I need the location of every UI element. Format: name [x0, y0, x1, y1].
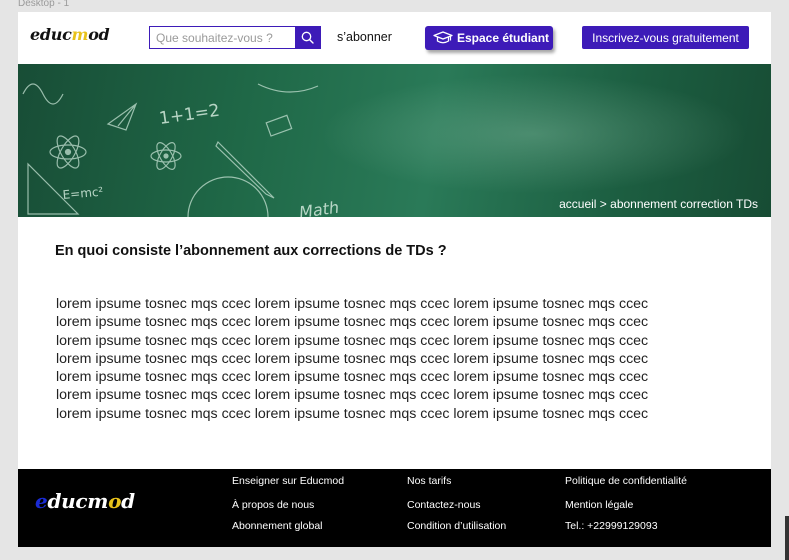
- logo-text-start: educ: [30, 25, 72, 44]
- paragraph-line: lorem ipsume tosnec mqs ccec lorem ipsum…: [56, 332, 649, 349]
- subscribe-link[interactable]: s’abonner: [337, 30, 392, 44]
- footer-link-about[interactable]: À propos de nous: [232, 499, 314, 511]
- footer-link-global-subscription[interactable]: Abonnement global: [232, 520, 323, 532]
- header: educmod s’abonner Espace étudiant Inscri…: [18, 12, 771, 64]
- breadcrumb[interactable]: accueil > abonnement correction TDs: [559, 197, 758, 211]
- logo-text-end: od: [88, 25, 110, 44]
- scrollbar-thumb[interactable]: [785, 516, 789, 560]
- search-bar: [149, 26, 321, 49]
- footer-link-pricing[interactable]: Nos tarifs: [407, 475, 451, 487]
- paragraph-line: lorem ipsume tosnec mqs ccec lorem ipsum…: [56, 350, 649, 367]
- page-title: En quoi consiste l’abonnement aux correc…: [55, 243, 447, 259]
- register-button[interactable]: Inscrivez-vous gratuitement: [582, 26, 749, 49]
- paragraph-line: lorem ipsume tosnec mqs ccec lorem ipsum…: [56, 405, 649, 422]
- footer: educmod Enseigner sur Educmod À propos d…: [18, 469, 771, 547]
- footer-logo-part: e: [35, 489, 48, 513]
- paragraph-line: lorem ipsume tosnec mqs ccec lorem ipsum…: [56, 296, 649, 312]
- doodle-equation-1: 1+1=2: [158, 101, 221, 129]
- footer-link-terms[interactable]: Condition d’utilisation: [407, 520, 506, 532]
- graduation-cap-icon: [433, 31, 453, 44]
- footer-link-contact[interactable]: Contactez-nous: [407, 499, 481, 511]
- description-paragraph: lorem ipsume tosnec mqs ccec lorem ipsum…: [56, 295, 736, 423]
- site-logo[interactable]: educmod: [30, 25, 110, 44]
- paragraph-line: lorem ipsume tosnec mqs ccec lorem ipsum…: [56, 369, 649, 386]
- search-icon: [301, 31, 314, 44]
- page: educmod s’abonner Espace étudiant Inscri…: [18, 12, 771, 547]
- student-space-button[interactable]: Espace étudiant: [425, 26, 553, 50]
- footer-logo[interactable]: educmod: [35, 489, 135, 513]
- search-button[interactable]: [295, 27, 320, 48]
- chalk-doodles-illustration: 1+1=2 E=mc² Math: [22, 83, 340, 217]
- paragraph-line: lorem ipsume tosnec mqs ccec lorem ipsum…: [56, 314, 649, 331]
- logo-text-highlight: m: [71, 25, 89, 44]
- footer-link-privacy[interactable]: Politique de confidentialité: [565, 475, 687, 487]
- search-input[interactable]: [150, 27, 295, 48]
- artboard-label: Desktop - 1: [18, 0, 70, 9]
- footer-link-legal[interactable]: Mention légale: [565, 499, 633, 511]
- doodle-equation-2: E=mc²: [62, 184, 104, 202]
- doodle-math: Math: [298, 198, 340, 217]
- footer-phone: Tel.: +22999129093: [565, 520, 658, 532]
- footer-logo-part: ducm: [47, 489, 109, 513]
- paragraph-line: lorem ipsume tosnec mqs ccec lorem ipsum…: [56, 387, 649, 404]
- footer-logo-part: d: [121, 489, 135, 513]
- hero-banner: 1+1=2 E=mc² Math accueil > abonnement co…: [18, 64, 771, 217]
- footer-logo-part: o: [108, 489, 122, 513]
- footer-link-teach[interactable]: Enseigner sur Educmod: [232, 475, 344, 487]
- student-space-label: Espace étudiant: [457, 31, 550, 45]
